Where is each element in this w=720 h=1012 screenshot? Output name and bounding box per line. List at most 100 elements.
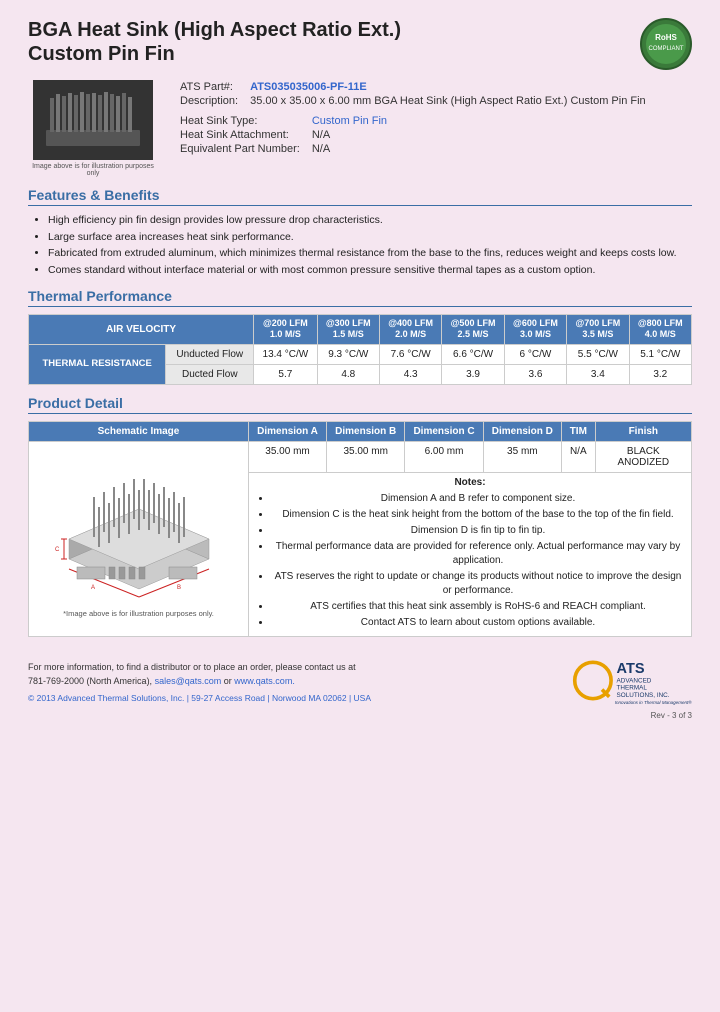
list-item: Dimension A and B refer to component siz…: [271, 492, 685, 506]
schematic-cell: C A B: [29, 442, 249, 637]
dim-c-header: Dimension C: [405, 422, 483, 442]
title-line2: Custom Pin Fin: [28, 43, 175, 65]
ducted-flow-label: Ducted Flow: [166, 365, 254, 385]
schematic-header: Schematic Image: [29, 422, 249, 442]
table-row: 4.3: [379, 365, 441, 385]
product-detail-table: Schematic Image Dimension A Dimension B …: [28, 421, 692, 637]
notes-cell: Notes: Dimension A and B refer to compon…: [249, 473, 692, 637]
air-velocity-header: AIR VELOCITY: [29, 314, 254, 344]
table-row: 4.8: [317, 365, 379, 385]
product-detail-title: Product Detail: [28, 395, 692, 414]
dim-d-value: 35 mm: [483, 442, 561, 473]
features-list: High efficiency pin fin design provides …: [28, 213, 692, 278]
list-item: Large surface area increases heat sink p…: [48, 230, 692, 245]
table-row: 5.1 °C/W: [629, 345, 691, 365]
description-label: Description:: [176, 94, 246, 108]
rohs-badge-icon: RoHS COMPLIANT: [640, 18, 692, 70]
finish-value: BLACK ANODIZED: [595, 442, 691, 473]
table-row: 3.9: [442, 365, 504, 385]
svg-text:RoHS: RoHS: [655, 33, 677, 42]
dim-c-value: 6.00 mm: [405, 442, 483, 473]
notes-title: Notes:: [255, 477, 685, 488]
finish-header: Finish: [595, 422, 691, 442]
col-200lfm: @200 LFM 1.0 M/S: [254, 314, 317, 344]
svg-text:C: C: [55, 547, 60, 553]
page: BGA Heat Sink (High Aspect Ratio Ext.) C…: [0, 0, 720, 1012]
image-caption: Image above is for illustration purposes…: [28, 163, 158, 177]
list-item: ATS reserves the right to update or chan…: [271, 570, 685, 598]
table-row: 6 °C/W: [504, 345, 566, 365]
list-item: Thermal performance data are provided fo…: [271, 540, 685, 568]
svg-text:B: B: [177, 585, 181, 591]
col-400lfm: @400 LFM 2.0 M/S: [379, 314, 441, 344]
ats-part-label: ATS Part#:: [176, 80, 246, 94]
svg-text:SOLUTIONS, INC.: SOLUTIONS, INC.: [617, 692, 670, 699]
footer-left: For more information, to find a distribu…: [28, 661, 371, 705]
unducted-flow-label: Unducted Flow: [166, 345, 254, 365]
footer-contact-text: For more information, to find a distribu…: [28, 661, 371, 688]
footer-copyright: © 2013 Advanced Thermal Solutions, Inc. …: [28, 692, 371, 705]
footer-website[interactable]: www.qats.com.: [234, 676, 295, 686]
page-number: Rev - 3 of 3: [28, 711, 692, 720]
footer-email[interactable]: sales@qats.com: [155, 676, 222, 686]
equivalent-part-value: N/A: [308, 142, 391, 156]
schematic-caption: *Image above is for illustration purpose…: [35, 609, 242, 618]
description-value: 35.00 x 35.00 x 6.00 mm BGA Heat Sink (H…: [246, 94, 650, 108]
thermal-resistance-label: THERMAL RESISTANCE: [29, 345, 166, 385]
list-item: ATS certifies that this heat sink assemb…: [271, 600, 685, 614]
part-info-section: Image above is for illustration purposes…: [28, 80, 692, 177]
table-row: 9.3 °C/W: [317, 345, 379, 365]
product-image: [33, 80, 153, 160]
table-row: 3.4: [567, 365, 629, 385]
table-row: 5.7: [254, 365, 317, 385]
heat-sink-type-value: Custom Pin Fin: [308, 114, 391, 128]
table-row: 3.2: [629, 365, 691, 385]
dim-b-value: 35.00 mm: [327, 442, 405, 473]
dim-a-value: 35.00 mm: [249, 442, 327, 473]
ats-logo-icon: ATS ADVANCED THERMAL SOLUTIONS, INC. Inn…: [572, 655, 692, 705]
tim-header: TIM: [561, 422, 595, 442]
col-800lfm: @800 LFM 4.0 M/S: [629, 314, 691, 344]
col-500lfm: @500 LFM 2.5 M/S: [442, 314, 504, 344]
table-row: 6.6 °C/W: [442, 345, 504, 365]
part-type-table: Heat Sink Type: Custom Pin Fin Heat Sink…: [176, 114, 391, 156]
equivalent-part-label: Equivalent Part Number:: [176, 142, 308, 156]
svg-text:A: A: [91, 585, 95, 591]
col-300lfm: @300 LFM 1.5 M/S: [317, 314, 379, 344]
table-row: 3.6: [504, 365, 566, 385]
col-600lfm: @600 LFM 3.0 M/S: [504, 314, 566, 344]
thermal-table: AIR VELOCITY @200 LFM 1.0 M/S @300 LFM 1…: [28, 314, 692, 385]
list-item: Contact ATS to learn about custom option…: [271, 616, 685, 630]
footer-right: ATS ADVANCED THERMAL SOLUTIONS, INC. Inn…: [572, 655, 692, 705]
heat-sink-attachment-value: N/A: [308, 128, 391, 142]
table-row: 5.5 °C/W: [567, 345, 629, 365]
list-item: High efficiency pin fin design provides …: [48, 213, 692, 228]
part-detail-table: ATS Part#: ATS035035006-PF-11E Descripti…: [176, 80, 650, 108]
product-image-col: Image above is for illustration purposes…: [28, 80, 158, 177]
table-row: 13.4 °C/W: [254, 345, 317, 365]
title-line1: BGA Heat Sink (High Aspect Ratio Ext.): [28, 19, 401, 41]
svg-text:COMPLIANT: COMPLIANT: [648, 46, 683, 52]
part-details-col: ATS Part#: ATS035035006-PF-11E Descripti…: [176, 80, 692, 177]
dim-b-header: Dimension B: [327, 422, 405, 442]
svg-text:THERMAL: THERMAL: [617, 685, 648, 692]
schematic-image: C A B: [39, 446, 239, 606]
list-item: Fabricated from extruded aluminum, which…: [48, 246, 692, 261]
ats-part-value: ATS035035006-PF-11E: [246, 80, 650, 94]
list-item: Dimension C is the heat sink height from…: [271, 508, 685, 522]
header-row: BGA Heat Sink (High Aspect Ratio Ext.) C…: [28, 18, 692, 70]
svg-text:ADVANCED: ADVANCED: [617, 677, 652, 684]
dim-a-header: Dimension A: [249, 422, 327, 442]
list-item: Comes standard without interface materia…: [48, 263, 692, 278]
tim-value: N/A: [561, 442, 595, 473]
notes-list: Dimension A and B refer to component siz…: [255, 492, 685, 630]
heat-sink-type-label: Heat Sink Type:: [176, 114, 308, 128]
heat-sink-attachment-label: Heat Sink Attachment:: [176, 128, 308, 142]
features-title: Features & Benefits: [28, 187, 692, 206]
svg-text:ATS: ATS: [617, 661, 645, 677]
list-item: Dimension D is fin tip to fin tip.: [271, 524, 685, 538]
col-700lfm: @700 LFM 3.5 M/S: [567, 314, 629, 344]
dim-d-header: Dimension D: [483, 422, 561, 442]
footer: For more information, to find a distribu…: [28, 655, 692, 705]
table-row: 7.6 °C/W: [379, 345, 441, 365]
